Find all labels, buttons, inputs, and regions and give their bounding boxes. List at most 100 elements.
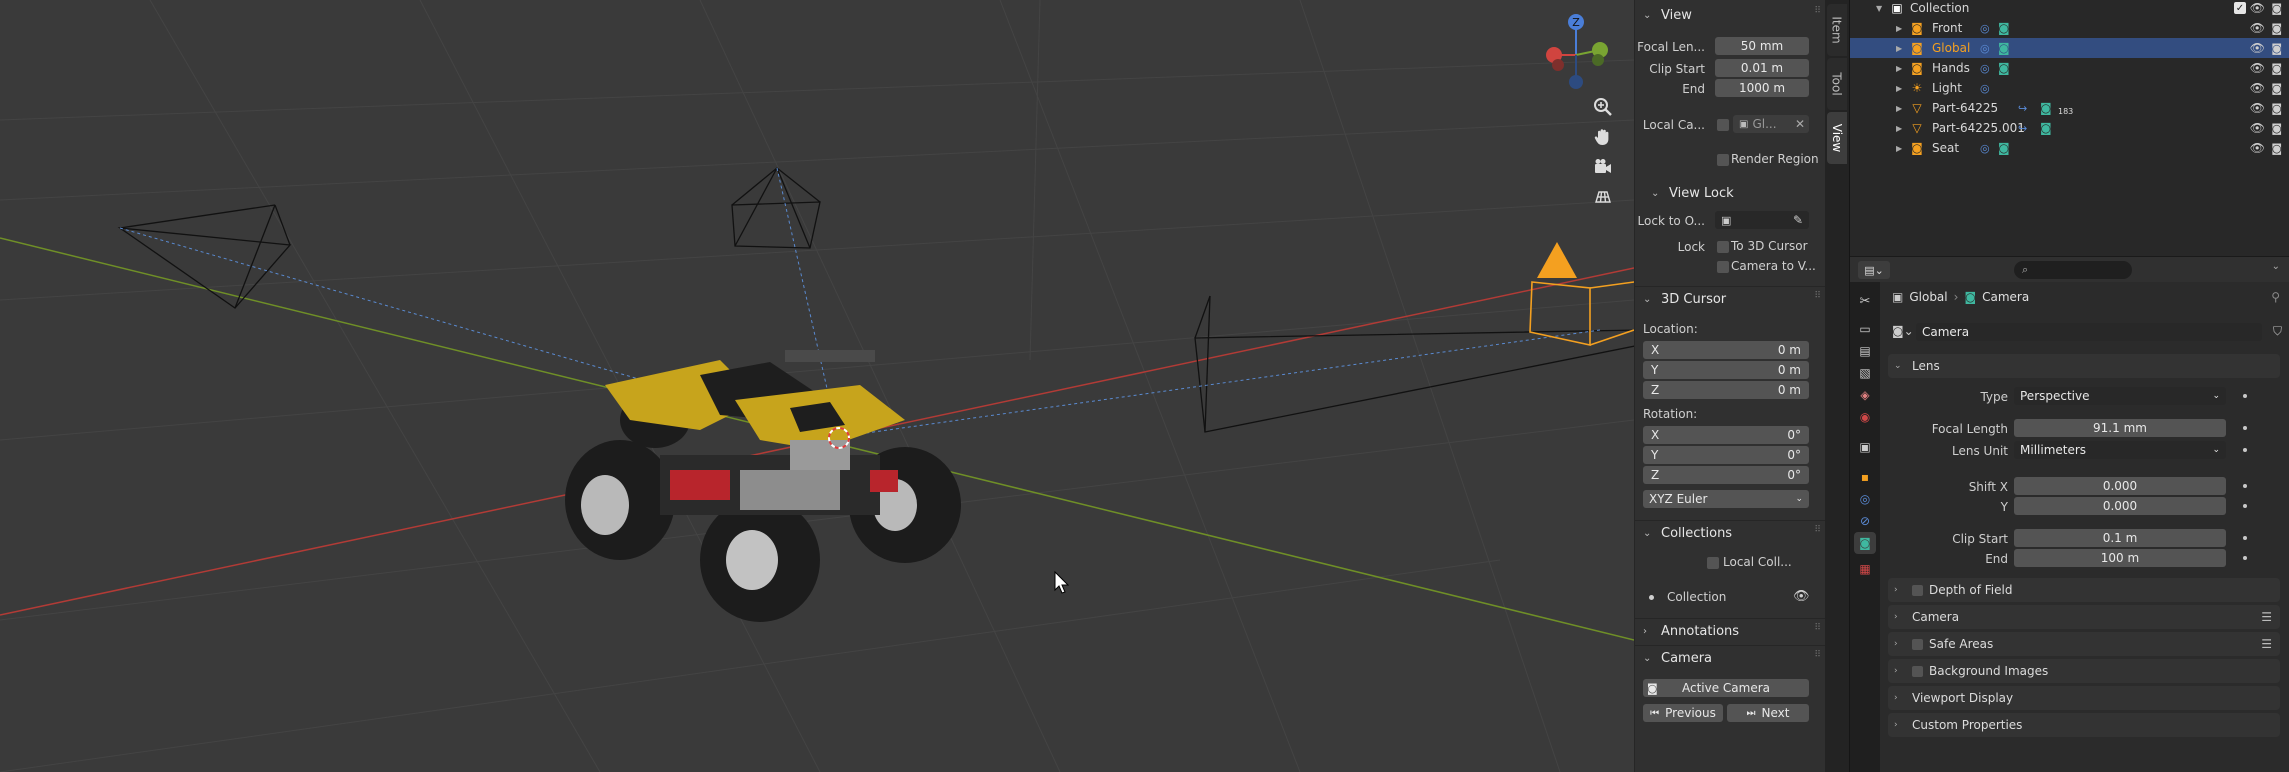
render-camera-icon[interactable]: ◙: [2271, 2, 2282, 15]
render-camera-icon[interactable]: ◙: [2271, 22, 2282, 35]
panel-header-collections[interactable]: ⌄ Collections ⠿: [1635, 520, 1826, 546]
panel-header-camera[interactable]: ⌄ Camera ⠿: [1635, 645, 1826, 671]
next-camera-button[interactable]: ⏭ Next: [1727, 704, 1809, 722]
outliner-row[interactable]: ▶ ◙ Hands ◎ ◙ 👁 ◙: [1850, 58, 2289, 78]
active-camera-button[interactable]: ◙ Active Camera: [1643, 679, 1809, 697]
modifier-icon[interactable]: ◎: [1980, 62, 1990, 75]
focal-length-field[interactable]: 91.1 mm: [2014, 419, 2226, 437]
camera-data-icon[interactable]: ◙: [1854, 532, 1876, 554]
cursor-rotation-z-field[interactable]: Z 0°: [1643, 466, 1809, 484]
clip-start-field[interactable]: 0.1 m: [2014, 529, 2226, 547]
expand-arrow-icon[interactable]: ▶: [1896, 124, 1902, 133]
tab-tool[interactable]: Tool: [1827, 58, 1847, 110]
list-icon[interactable]: ☰: [2261, 637, 2272, 651]
expand-arrow-icon[interactable]: ▶: [1896, 104, 1902, 113]
keyframe-dot[interactable]: [2243, 426, 2247, 430]
modifier-icon[interactable]: ◎: [1980, 142, 1990, 155]
local-camera-field[interactable]: ▣ Gl... ✕: [1733, 115, 1809, 133]
outliner-row[interactable]: ▶ ◙ Seat ◎ ◙ 👁 ◙: [1850, 138, 2289, 158]
expand-arrow-icon[interactable]: ▶: [1896, 144, 1902, 153]
lens-type-dropdown[interactable]: Perspective ⌄: [2014, 387, 2226, 405]
outliner-row[interactable]: ▶ ▽ Part-64225.001 ↪ ◙ 👁 ◙: [1850, 118, 2289, 138]
clip-start-field[interactable]: 0.01 m: [1715, 59, 1809, 77]
modifier-icon[interactable]: ◎: [1980, 82, 1990, 95]
eyedropper-icon[interactable]: ✎: [1793, 213, 1803, 227]
modifier-icon[interactable]: ↪: [2018, 122, 2027, 135]
outliner[interactable]: ▼ ▣ Collection ✓ 👁 ◙ ▶ ◙ Front ◎ ◙ 👁 ◙ ▶ ◙ Global…: [1850, 0, 2289, 252]
texture-icon[interactable]: ▦: [1854, 558, 1876, 580]
eye-icon[interactable]: 👁: [2250, 101, 2265, 115]
to-3d-cursor-checkbox[interactable]: [1717, 241, 1729, 253]
panel-header-3d-cursor[interactable]: ⌄ 3D Cursor ⠿: [1635, 286, 1826, 312]
section-lens[interactable]: ⌄ Lens: [1888, 354, 2280, 378]
modifier-icon[interactable]: ↪: [2018, 102, 2027, 115]
fake-user-shield-icon[interactable]: ⛉: [2273, 324, 2282, 339]
modifier-icon[interactable]: ◎: [1980, 22, 1990, 35]
safe-areas-checkbox[interactable]: [1912, 638, 1923, 650]
3d-viewport[interactable]: Z: [0, 0, 1825, 772]
expand-arrow-icon[interactable]: ▼: [1876, 4, 1882, 13]
tool-icon[interactable]: ✂: [1854, 290, 1876, 312]
cursor-location-z-field[interactable]: Z 0 m: [1643, 381, 1809, 399]
keyframe-dot[interactable]: [2243, 484, 2247, 488]
render-camera-icon[interactable]: ◙: [2271, 82, 2282, 95]
section-safe-areas[interactable]: › Safe Areas ☰: [1888, 632, 2280, 656]
cursor-rotation-y-field[interactable]: Y 0°: [1643, 446, 1809, 464]
tab-view[interactable]: View: [1827, 112, 1847, 164]
collection-item-label[interactable]: Collection: [1667, 590, 1726, 604]
camera-datablock-icon[interactable]: ◙⌄: [1892, 324, 1914, 338]
tab-item[interactable]: Item: [1827, 4, 1847, 56]
render-camera-icon[interactable]: ◙: [2271, 122, 2282, 135]
eye-icon[interactable]: 👁: [2250, 61, 2265, 75]
panel-header-annotations[interactable]: › Annotations ⠿: [1635, 618, 1826, 644]
expand-arrow-icon[interactable]: ▶: [1896, 64, 1902, 73]
constraints-icon[interactable]: ⊘: [1854, 510, 1876, 532]
include-checkbox[interactable]: ✓: [2234, 2, 2246, 14]
expand-arrow-icon[interactable]: ▶: [1896, 44, 1902, 53]
object-data-icon[interactable]: ◙: [1998, 141, 2010, 155]
eye-icon[interactable]: 👁: [1793, 589, 1810, 604]
hand-pan-icon[interactable]: [1588, 122, 1618, 152]
render-region-checkbox[interactable]: [1717, 154, 1729, 166]
previous-camera-button[interactable]: ⏮ Previous: [1643, 704, 1723, 722]
shift-x-field[interactable]: 0.000: [2014, 477, 2226, 495]
output-icon[interactable]: ▤: [1854, 340, 1876, 362]
outliner-row[interactable]: ▶ ☀ Light ◎ 👁 ◙: [1850, 78, 2289, 98]
shift-y-field[interactable]: 0.000: [2014, 497, 2226, 515]
cursor-location-x-field[interactable]: X 0 m: [1643, 341, 1809, 359]
pin-icon[interactable]: ⚲: [2271, 290, 2280, 304]
lock-to-object-field[interactable]: ▣ ✎: [1715, 211, 1809, 229]
navigation-gizmo[interactable]: Z: [1540, 10, 1620, 95]
object-data-icon[interactable]: ◙: [2040, 121, 2052, 135]
editor-type-dropdown[interactable]: ▤⌄: [1858, 261, 1890, 279]
scene-icon[interactable]: ◈: [1854, 384, 1876, 406]
properties-search-input[interactable]: ⌕: [2014, 261, 2132, 279]
eye-icon[interactable]: 👁: [2250, 1, 2265, 15]
eye-icon[interactable]: 👁: [2250, 81, 2265, 95]
clear-x-icon[interactable]: ✕: [1795, 117, 1805, 131]
local-camera-checkbox[interactable]: [1717, 119, 1729, 131]
modifier-icon[interactable]: ◎: [1980, 42, 1990, 55]
outliner-row-collection[interactable]: ▼ ▣ Collection ✓ 👁 ◙: [1850, 0, 2289, 18]
section-custom-properties[interactable]: › Custom Properties: [1888, 713, 2280, 737]
cursor-rotation-x-field[interactable]: X 0°: [1643, 426, 1809, 444]
grid-view-icon[interactable]: [1588, 182, 1618, 212]
render-camera-icon[interactable]: ◙: [2271, 142, 2282, 155]
outliner-row[interactable]: ▶ ◙ Front ◎ ◙ 👁 ◙: [1850, 18, 2289, 38]
view-layer-icon[interactable]: ▧: [1854, 362, 1876, 384]
render-icon[interactable]: ▭: [1854, 318, 1876, 340]
section-viewport-display[interactable]: › Viewport Display: [1888, 686, 2280, 710]
camera-to-view-checkbox[interactable]: [1717, 261, 1729, 273]
physics-icon[interactable]: ◎: [1854, 488, 1876, 510]
datablock-name-field[interactable]: Camera: [1916, 323, 2262, 341]
eye-icon[interactable]: 👁: [2250, 41, 2265, 55]
keyframe-dot[interactable]: [2243, 536, 2247, 540]
cursor-location-y-field[interactable]: Y 0 m: [1643, 361, 1809, 379]
depth-of-field-checkbox[interactable]: [1912, 584, 1923, 596]
chevron-down-icon[interactable]: ⌄: [2272, 261, 2280, 272]
outliner-row[interactable]: ▶ ▽ Part-64225 ↪ ◙ 183 👁 ◙: [1850, 98, 2289, 118]
section-depth-of-field[interactable]: › Depth of Field: [1888, 578, 2280, 602]
collection-icon[interactable]: ▣: [1854, 436, 1876, 458]
focal-length-field[interactable]: 50 mm: [1715, 37, 1809, 55]
camera-view-icon[interactable]: [1588, 152, 1618, 182]
